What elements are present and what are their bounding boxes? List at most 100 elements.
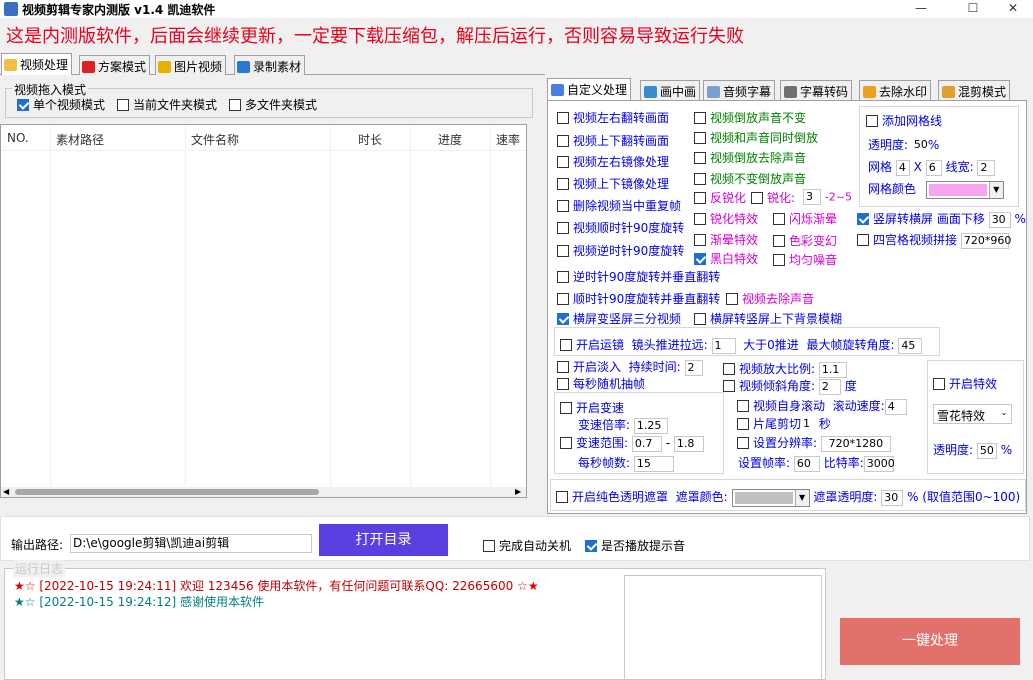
checkbox[interactable] [17,99,29,111]
tab-remove-watermark[interactable]: 去除水印 [859,80,932,101]
play-sound-option[interactable]: 是否播放提示音 [585,537,685,554]
checkbox[interactable] [585,540,597,552]
checkbox[interactable] [694,253,706,265]
checkbox[interactable] [773,254,785,266]
frame-rate-input[interactable]: 60 [793,455,820,472]
fade-duration-input[interactable]: 2 [684,359,703,376]
tail-cut-input[interactable]: 1 [801,416,816,433]
output-path-input[interactable]: D:\e\google剪辑\凯迪ai剪辑 [70,534,312,553]
flip-vertical-option[interactable]: 视频上下翻转画面 [557,132,669,149]
random-frames-option[interactable]: 每秒随机抽帧 [557,375,645,392]
checkbox[interactable] [933,378,945,390]
checkbox[interactable] [557,156,569,168]
max-angle-input[interactable]: 45 [898,337,923,354]
move-down-input[interactable]: 30 [988,211,1011,228]
four-grid-size-input[interactable]: 720*960 [960,232,1011,249]
rotate-ccw-option[interactable]: 视频逆时针90度旋转 [557,242,684,259]
checkbox[interactable] [560,339,572,351]
multi-folder-mode-option[interactable]: 多文件夹模式 [229,96,317,113]
mask-color-select[interactable]: ▼ [731,488,810,507]
checkbox[interactable] [737,400,749,412]
current-folder-mode-option[interactable]: 当前文件夹模式 [117,96,217,113]
checkbox[interactable] [557,378,569,390]
checkbox[interactable] [694,112,706,124]
speed-rate-input[interactable]: 1.25 [633,417,668,434]
checkbox[interactable] [557,135,569,147]
rotate-cw-vflip-option[interactable]: 顺时针90度旋转并垂直翻转 [557,290,720,307]
col-header-progress[interactable]: 进度 [438,131,462,148]
checkbox[interactable] [737,437,749,449]
checkbox[interactable] [557,200,569,212]
checkbox[interactable] [560,437,572,449]
tab-picture-in-picture[interactable]: 画中画 [640,80,701,101]
remove-duplicate-frames-option[interactable]: 删除视频当中重复帧 [557,197,681,214]
scroll-right-icon[interactable]: ▶ [515,488,521,496]
checkbox[interactable] [557,293,569,305]
mask-opacity-input[interactable]: 30 [881,489,904,506]
grid-color-select[interactable]: ▼ [925,180,1004,199]
grid-opacity-input[interactable]: 50 [911,137,928,154]
grid-rows-input[interactable]: 6 [925,159,942,176]
checkbox[interactable] [857,234,869,246]
sharpen-option[interactable]: 锐化: [751,189,795,206]
tab-custom-process[interactable]: 自定义处理 [547,78,632,101]
reverse-video-mute-option[interactable]: 视频倒放去除声音 [694,149,806,166]
grid-cols-input[interactable]: 4 [895,159,910,176]
checkbox[interactable] [557,271,569,283]
checkbox[interactable] [694,192,706,204]
open-directory-button[interactable]: 打开目录 [319,524,448,556]
tab-mixed-cut[interactable]: 混剪模式 [938,80,1011,101]
checkbox[interactable] [737,418,749,430]
checkbox[interactable] [556,491,568,503]
sharpen-effect-option[interactable]: 锐化特效 [694,210,758,227]
col-header-path[interactable]: 素材路径 [56,131,104,148]
scroll-speed-input[interactable]: 4 [884,398,907,415]
checkbox[interactable] [560,402,572,414]
checkbox[interactable] [557,222,569,234]
speed-fps-input[interactable]: 15 [633,455,674,472]
landscape-to-portrait-three-option[interactable]: 横屏变竖屏三分视频 [557,310,681,327]
vignette-effect-option[interactable]: 渐晕特效 [694,231,758,248]
checkbox[interactable] [726,293,738,305]
checkbox[interactable] [483,540,495,552]
resolution-input[interactable]: 720*1280 [820,435,891,452]
scrollbar-thumb[interactable] [15,489,319,495]
checkbox[interactable] [694,313,706,325]
checkbox[interactable] [723,363,735,375]
col-header-duration[interactable]: 时长 [358,131,382,148]
auto-shutdown-option[interactable]: 完成自动关机 [483,537,571,554]
add-grid-option[interactable]: 添加网格线 [866,112,942,129]
reverse-audio-only-option[interactable]: 视频不变倒放声音 [694,170,806,187]
file-list-table[interactable]: NO. 素材路径 文件名称 时长 进度 速率 ◀ ▶ [0,124,527,498]
tab-record-material[interactable]: 录制素材 [234,55,306,75]
tilt-input[interactable]: 2 [818,378,841,395]
remove-audio-option[interactable]: 视频去除声音 [726,290,814,307]
checkbox[interactable] [866,115,878,127]
checkbox[interactable] [557,361,569,373]
one-click-process-button[interactable]: 一键处理 [840,618,1020,665]
enable-effects-option[interactable]: 开启特效 [933,375,997,392]
checkbox[interactable] [751,192,763,204]
speed-range-max-input[interactable]: 1.8 [673,435,704,452]
minimize-button[interactable]: — [898,0,944,18]
mirror-horizontal-option[interactable]: 视频左右镜像处理 [557,153,669,170]
tab-video-process[interactable]: 视频处理 [1,53,73,75]
flip-horizontal-option[interactable]: 视频左右翻转画面 [557,109,669,126]
checkbox[interactable] [557,178,569,190]
checkbox[interactable] [694,132,706,144]
checkbox[interactable] [229,99,241,111]
mirror-vertical-option[interactable]: 视频上下镜像处理 [557,175,669,192]
checkbox[interactable] [694,213,706,225]
tab-image-video[interactable]: 图片视频 [155,55,227,75]
speed-range-min-input[interactable]: 0.7 [631,435,662,452]
checkbox[interactable] [773,235,785,247]
tab-audio-subtitle[interactable]: 音频字幕 [703,80,776,101]
line-width-input[interactable]: 2 [977,159,996,176]
reverse-video-keep-audio-option[interactable]: 视频倒放声音不变 [694,109,806,126]
effects-select[interactable]: 雪花特效 ⌄ [933,404,1012,424]
col-header-no[interactable]: NO. [7,131,29,145]
checkbox[interactable] [694,234,706,246]
zoom-input[interactable]: 1.1 [818,361,847,378]
uniform-noise-option[interactable]: 均匀噪音 [773,251,837,268]
tab-scheme-mode[interactable]: 方案模式 [79,55,151,75]
